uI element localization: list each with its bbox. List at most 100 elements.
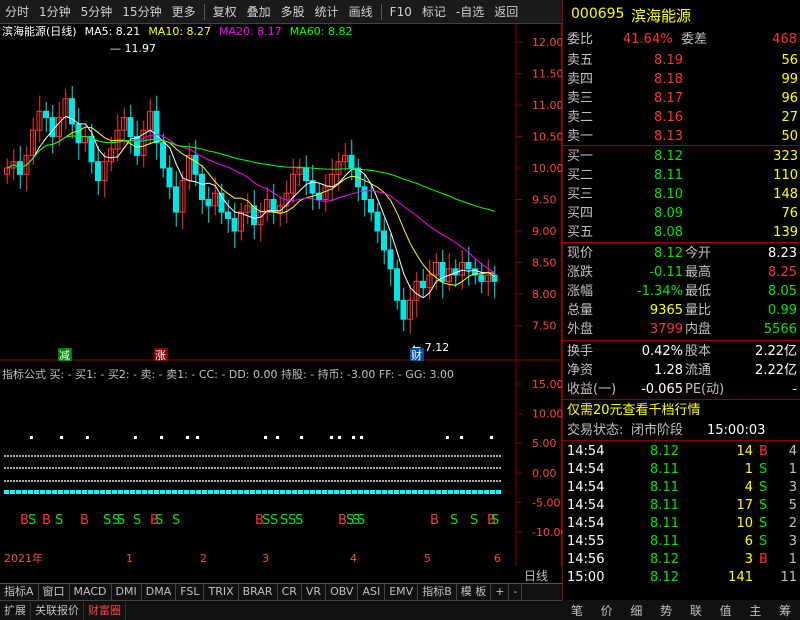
indicator-dot [298, 480, 300, 482]
side-tab-0[interactable]: 笔 [571, 602, 583, 619]
toolbar-btn-9[interactable]: 画线 [344, 0, 378, 24]
side-tab-6[interactable]: 主 [749, 602, 761, 619]
toolbar-btn-4[interactable]: 更多 [167, 0, 201, 24]
indicator-dot [487, 467, 489, 469]
side-tab-7[interactable]: 筹 [779, 602, 791, 619]
toolbar-btn-8[interactable]: 统计 [310, 0, 344, 24]
indicator-dot [61, 480, 63, 482]
indicator-tab-14[interactable]: 模 板 [457, 584, 492, 600]
candle-body [231, 217, 238, 232]
indicator-dot [28, 455, 30, 457]
indicator-dot [13, 455, 15, 457]
x-axis-label: 5 [424, 552, 431, 565]
indicator-formula-bar[interactable]: 指标公式 买: - 买1: - 买2: - 卖: - 卖1: - CC: - D… [2, 366, 517, 382]
indicator-dot [409, 480, 411, 482]
indicator-dot [232, 467, 234, 469]
promo-link[interactable]: 仅需20元查看千档行情 [567, 401, 800, 420]
indicator-dot [61, 467, 63, 469]
indicator-dot [22, 480, 24, 482]
indicator-dot [475, 467, 477, 469]
indicator-dot [97, 455, 99, 457]
tick-row: 14:54 8.12 14 B 4 [563, 442, 800, 461]
side-tab-1[interactable]: 价 [601, 602, 613, 619]
indicator-dot [4, 467, 6, 469]
side-tab-2[interactable]: 细 [630, 602, 642, 619]
side-tab-4[interactable]: 联 [690, 602, 702, 619]
toolbar-btn-12[interactable]: -自选 [451, 0, 489, 24]
status-left-0[interactable]: 扩展 [0, 601, 31, 620]
indicator-dot [322, 480, 324, 482]
indicator-tab-0[interactable]: 指标A [0, 584, 39, 600]
indicator-bar [304, 490, 309, 494]
indicator-dot [121, 455, 123, 457]
toolbar-btn-11[interactable]: 标记 [417, 0, 451, 24]
stat-label: 换手 [567, 344, 594, 359]
indicator-tab-16[interactable]: - [509, 584, 523, 600]
toolbar-btn-3[interactable]: 15分钟 [117, 0, 166, 24]
tick-volume: 6 [744, 534, 753, 549]
toolbar-btn-5[interactable]: 复权 [208, 0, 242, 24]
signal-s: S [491, 513, 499, 528]
indicator-dot [253, 455, 255, 457]
sell-volume: 99 [781, 72, 798, 87]
indicator-tab-12[interactable]: EMV [385, 584, 419, 600]
status-left-2[interactable]: 财富圈 [84, 601, 126, 620]
indicator-dot [232, 480, 234, 482]
indicator-tab-6[interactable]: TRIX [204, 584, 239, 600]
indicator-tab-3[interactable]: DMI [112, 584, 142, 600]
tick-time: 14:54 [567, 444, 605, 459]
indicator-dot [148, 455, 150, 457]
buy-label: 买五 [567, 225, 594, 240]
side-tab-5[interactable]: 值 [720, 602, 732, 619]
tick-volume: 17 [736, 498, 753, 513]
status-left-1[interactable]: 关联报价 [31, 601, 84, 620]
indicator-dot [166, 467, 168, 469]
indicator-tab-15[interactable]: + [491, 584, 510, 600]
indicator-dot [157, 467, 159, 469]
indicator-dot [235, 480, 237, 482]
toolbar-btn-7[interactable]: 多股 [276, 0, 310, 24]
indicator-bar [382, 490, 387, 494]
quote-panel: 000695 滨海能源 委比 41.64% 委差 468 卖五 8.19 56 卖四 8.18 99 卖… [562, 0, 800, 600]
toolbar-btn-13[interactable]: 返回 [489, 0, 523, 24]
indicator-dot [286, 455, 288, 457]
toolbar-btn-10[interactable]: F10 [385, 0, 417, 24]
toolbar-btn-2[interactable]: 5分钟 [76, 0, 118, 24]
indicator-dot [433, 467, 435, 469]
indicator-tab-10[interactable]: OBV [326, 584, 359, 600]
indicator-dot [385, 480, 387, 482]
indicator-tab-13[interactable]: 指标B [418, 584, 457, 600]
indicator-tab-8[interactable]: CR [278, 584, 302, 600]
indicator-bar [406, 490, 411, 494]
indicator-dot [79, 455, 81, 457]
tick-price: 8.12 [650, 552, 679, 567]
toolbar-btn-6[interactable]: 叠加 [242, 0, 276, 24]
kline-chart[interactable]: 12.00 11.50 11.00 10.50 10.00 9.50 9.00 8.50 8.0… [0, 24, 567, 568]
indicator-bar [334, 490, 339, 494]
side-tab-3[interactable]: 势 [660, 602, 672, 619]
period-label[interactable]: 日线 [524, 567, 548, 584]
indicator-dot [259, 480, 261, 482]
indicator-tab-5[interactable]: FSL [176, 584, 205, 600]
sell-volume: 96 [781, 91, 798, 106]
indicator-dot [103, 455, 105, 457]
indicator-tab-7[interactable]: BRAR [239, 584, 278, 600]
indicator-dot [193, 480, 195, 482]
tick-side: S [759, 534, 768, 549]
indicator-dot [49, 480, 51, 482]
indicator-dot [340, 480, 342, 482]
stat-value: 8.05 [768, 284, 797, 299]
indicator-dot [208, 455, 210, 457]
indicator-dot [169, 467, 171, 469]
indicator-tab-9[interactable]: VR [302, 584, 327, 600]
indicator-tab-1[interactable]: 窗口 [39, 584, 70, 600]
indicator-dot [166, 455, 168, 457]
indicator-tab-2[interactable]: MACD [70, 584, 112, 600]
signal-dot [196, 436, 199, 439]
indicator-dot [316, 455, 318, 457]
toolbar-btn-0[interactable]: 分时 [0, 0, 34, 24]
indicator-tab-4[interactable]: DMA [142, 584, 177, 600]
indicator-tab-11[interactable]: ASI [358, 584, 386, 600]
indicator-dot [370, 480, 372, 482]
toolbar-btn-1[interactable]: 1分钟 [34, 0, 76, 24]
